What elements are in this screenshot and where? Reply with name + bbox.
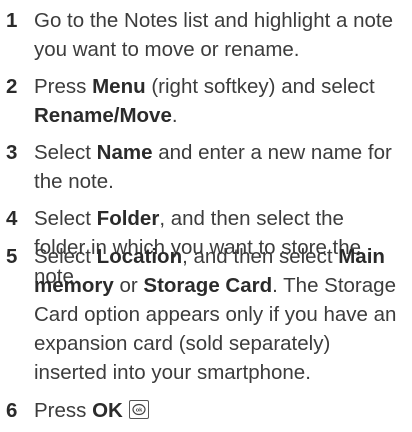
step-3: 3 Select Name and enter a new name for t… <box>0 138 412 196</box>
step-number: 4 <box>6 207 18 230</box>
text-line: Rename/Move. <box>34 101 406 130</box>
memory-term: memory <box>34 274 114 297</box>
text-line: Press Menu (right softkey) and select <box>34 72 406 101</box>
ok-key-icon: ok <box>128 400 149 419</box>
step-6: 6 Press OK ok <box>0 396 412 425</box>
folder-term: Folder <box>96 207 160 230</box>
step-text: Press Menu (right softkey) and select Re… <box>34 72 406 130</box>
text-run: Select <box>34 245 97 268</box>
text-run: you want to move or rename. <box>34 38 300 61</box>
text-run: . The Storage <box>272 274 396 297</box>
text-line: Select Folder, and then select the <box>34 204 406 233</box>
step-text: Select Location, and then select Main me… <box>34 242 406 387</box>
text-line: you want to move or rename. <box>34 35 406 64</box>
svg-text:ok: ok <box>136 408 143 414</box>
main-term: Main <box>338 245 385 268</box>
text-line: expansion card (sold separately) <box>34 329 406 358</box>
step-number: 2 <box>6 75 18 98</box>
text-run: Card option appears only if you have an <box>34 303 397 326</box>
text-run: Press <box>34 399 93 422</box>
ok-key-icon-graphic: ok <box>132 403 146 416</box>
text-run: . <box>171 104 178 127</box>
text-line: inserted into your smartphone. <box>34 358 406 387</box>
step-number: 6 <box>6 399 18 422</box>
text-line: Press OK ok <box>34 396 406 425</box>
text-line: Select Name and enter a new name for <box>34 138 406 167</box>
name-term: Name <box>96 141 153 164</box>
text-run: inserted into your smartphone. <box>34 361 311 384</box>
step-5-content: 5 Select Location, and then select Main … <box>0 242 412 387</box>
text-run: Select <box>34 141 97 164</box>
step-number: 1 <box>6 9 18 32</box>
step-text: Select Name and enter a new name for the… <box>34 138 406 196</box>
menu-term: Menu <box>92 75 146 98</box>
step-number: 5 <box>6 245 18 268</box>
text-run: Select <box>34 207 97 230</box>
text-line: Card option appears only if you have an <box>34 300 406 329</box>
text-run: expansion card (sold separately) <box>34 332 331 355</box>
text-run: (right softkey) and select <box>145 75 375 98</box>
text-line: the note. <box>34 167 406 196</box>
text-run: Go to the Notes list and highlight a not… <box>34 9 393 32</box>
text-run: the note. <box>34 170 114 193</box>
storage-card-term: Storage Card <box>143 274 273 297</box>
text-line: Go to the Notes list and highlight a not… <box>34 6 406 35</box>
step-1: 1 Go to the Notes list and highlight a n… <box>0 6 412 64</box>
step-text: Press OK ok <box>34 396 406 425</box>
text-run: , and then select <box>182 245 339 268</box>
step-number: 3 <box>6 141 18 164</box>
text-line: Select Location, and then select Main <box>34 242 406 271</box>
location-term: Location <box>96 245 183 268</box>
text-run: and enter a new name for <box>152 141 392 164</box>
text-line: memory or Storage Card. The Storage <box>34 271 406 300</box>
rename-move-term: Rename/Move <box>34 104 172 127</box>
text-run: , and then select the <box>159 207 344 230</box>
instruction-steps: 1 Go to the Notes list and highlight a n… <box>0 0 412 432</box>
text-run: or <box>113 274 144 297</box>
text-run: Press <box>34 75 93 98</box>
ok-term: OK <box>92 399 123 422</box>
step-2: 2 Press Menu (right softkey) and select … <box>0 72 412 130</box>
step-text: Go to the Notes list and highlight a not… <box>34 6 406 64</box>
